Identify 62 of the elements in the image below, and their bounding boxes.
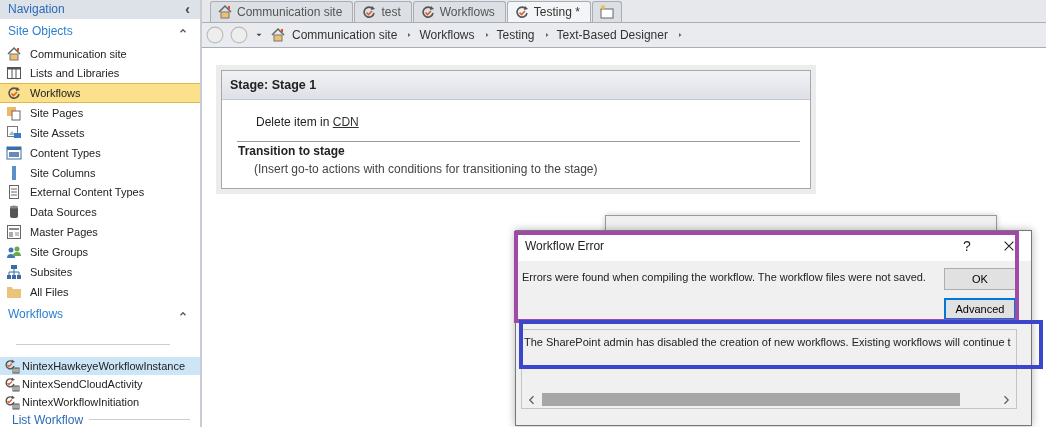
new-tab-button[interactable] (591, 1, 622, 22)
action-text: Delete item in CDN (255, 114, 360, 131)
sidebar-item[interactable]: All Files (0, 281, 200, 302)
site-icon (270, 27, 286, 43)
breadcrumb-link[interactable]: Communication site (292, 28, 398, 42)
sidebar-item[interactable]: Content Types (0, 142, 200, 163)
breadcrumb-link[interactable]: Workflows (419, 28, 475, 42)
sidebar-item[interactable]: Site Assets (0, 123, 200, 143)
dialog-button[interactable]: OK (944, 268, 1016, 290)
sidebar-item[interactable]: Site Columns (0, 162, 200, 183)
dialog-title: Workflow Error (525, 239, 606, 253)
navigation-title: Navigation (8, 2, 65, 17)
help-button[interactable]: ? (947, 238, 987, 254)
collapse-button[interactable]: ‹ (185, 1, 190, 18)
list-link[interactable]: CDN (332, 115, 359, 129)
sidebar-item[interactable]: Subsites (0, 261, 200, 282)
close-icon (1002, 239, 1016, 253)
new-page-icon (598, 4, 615, 20)
image-monitor-icon (6, 124, 22, 141)
sidebar-item[interactable]: Communication site (0, 43, 200, 64)
workflow-item[interactable]: NintexWorkflowInitiation (0, 393, 200, 411)
breadcrumb-link[interactable]: Testing (496, 28, 535, 42)
list-document-icon (6, 184, 22, 201)
sidebar-item[interactable]: Master Pages (0, 222, 200, 243)
sidebar-item[interactable]: Site Groups (0, 242, 200, 262)
group-title: List Workflow (12, 412, 84, 427)
workflow-icon (419, 4, 436, 20)
house-icon (6, 45, 22, 62)
table-icon (6, 65, 22, 82)
section-title[interactable]: Site Objects (8, 24, 73, 39)
workflow-icon (513, 4, 530, 20)
details-text: The SharePoint admin has disabled the creation of new workflows. Existing workflows will continue t (523, 335, 1012, 350)
workflow-list-icon (4, 376, 20, 393)
sidebar-item[interactable]: Lists and Libraries (0, 63, 200, 84)
sidebar-item[interactable]: External Content Types (0, 182, 200, 203)
editor-tab[interactable]: Workflows (412, 1, 506, 22)
workflow-item[interactable]: NintexHawkeyeWorkflowInstance (0, 357, 200, 376)
people-icon (6, 244, 22, 260)
stage-title: Stage: Stage 1 (222, 71, 810, 100)
section-title[interactable]: Workflows (8, 307, 64, 321)
master-page-icon (6, 224, 22, 241)
house-icon (217, 4, 233, 20)
workflow-icon (361, 4, 378, 20)
breadcrumb-link[interactable]: Text-Based Designer (556, 28, 668, 42)
pages-icon (6, 105, 22, 122)
sidebar-item[interactable]: Workflows (0, 83, 200, 104)
sidebar-item[interactable]: Site Pages (0, 103, 200, 123)
editor-tab[interactable]: Testing * (506, 1, 591, 22)
dialog-button[interactable]: Advanced (944, 298, 1016, 320)
workflow-list-icon (4, 394, 20, 410)
sidebar-item[interactable]: Data Sources (0, 202, 200, 223)
workflow-list-icon (4, 358, 20, 375)
editor-tab[interactable]: Communication site (210, 1, 354, 22)
transition-hint: (Insert go-to actions with conditions for transitioning to the stage) (253, 161, 599, 178)
editor-tab[interactable]: test (354, 1, 412, 22)
transition-title: Transition to stage (237, 143, 346, 158)
workflow-icon (6, 85, 22, 102)
error-message: Errors were found when compiling the workflow. The workflow files were not saved. (522, 270, 927, 285)
hierarchy-icon (6, 263, 22, 280)
scrollbar-thumb[interactable] (542, 393, 960, 406)
grid-window-icon (6, 144, 22, 161)
workflow-item[interactable]: NintexSendCloudActivity (0, 375, 200, 394)
